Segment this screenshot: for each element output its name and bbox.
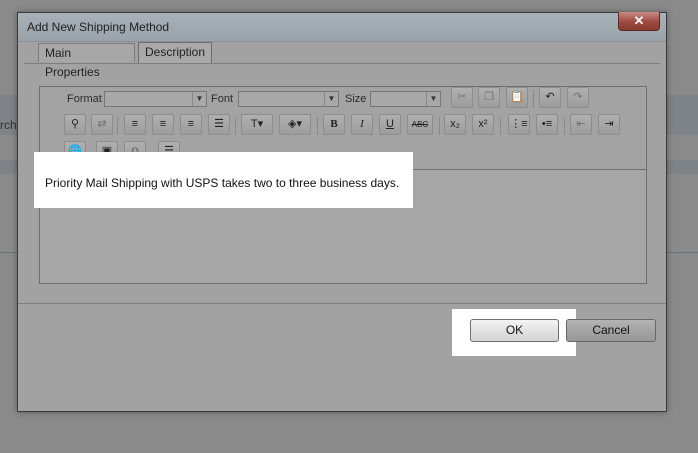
indent-button[interactable]: ⇥ xyxy=(598,114,620,135)
size-label: Size xyxy=(345,93,367,105)
font-select[interactable]: ▼ xyxy=(238,91,339,107)
align-right-icon: ≡ xyxy=(187,118,195,130)
clipboard-icon: 📋 xyxy=(510,91,524,103)
copy-button[interactable]: ❐ xyxy=(478,87,500,108)
align-right-button[interactable]: ≡ xyxy=(180,114,202,135)
align-center-button[interactable]: ≡ xyxy=(152,114,174,135)
toolbar-separator xyxy=(533,90,534,108)
copy-icon: ❐ xyxy=(484,91,494,103)
replace-button[interactable]: ⇄ xyxy=(91,114,113,135)
strikethrough-button[interactable]: ABC xyxy=(407,114,433,135)
toolbar-row-2: ⚲ ⇄ ≡ ≡ ≡ ☰ T▾ ◈▾ B I U ABC x₂ x² ⋮≡ •≡ … xyxy=(40,114,646,138)
description-text: Priority Mail Shipping with USPS takes t… xyxy=(45,176,400,190)
text-color-button[interactable]: T▾ xyxy=(241,114,273,135)
scissors-icon: ✂ xyxy=(457,91,467,103)
redo-icon: ↷ xyxy=(573,91,583,103)
chevron-down-icon: ▼ xyxy=(324,92,338,106)
find-button[interactable]: ⚲ xyxy=(64,114,86,135)
toolbar-separator xyxy=(117,117,118,135)
numbered-list-button[interactable]: ⋮≡ xyxy=(508,114,530,135)
highlighted-description-text[interactable]: Priority Mail Shipping with USPS takes t… xyxy=(34,152,413,208)
outdent-button[interactable]: ⇤ xyxy=(570,114,592,135)
tab-description[interactable]: Description xyxy=(138,42,212,63)
align-left-button[interactable]: ≡ xyxy=(124,114,146,135)
underline-button[interactable]: U xyxy=(379,114,401,135)
binoculars-icon: ⚲ xyxy=(70,118,80,130)
italic-button[interactable]: I xyxy=(351,114,373,135)
dialog-title: Add New Shipping Method xyxy=(27,20,170,34)
close-icon: ✕ xyxy=(633,13,645,28)
superscript-button[interactable]: x² xyxy=(472,114,494,135)
tab-main-properties[interactable]: Main Properties xyxy=(38,43,135,79)
toolbar-row-1: Format ▼ Font ▼ Size ▼ ✂ ❐ 📋 ↶ ↷ xyxy=(40,87,646,111)
redo-button[interactable]: ↷ xyxy=(567,87,589,108)
indent-icon: ⇥ xyxy=(604,118,614,130)
toolbar-separator xyxy=(564,117,565,135)
undo-button[interactable]: ↶ xyxy=(539,87,561,108)
undo-icon: ↶ xyxy=(545,91,555,103)
paint-bucket-icon: ◈▾ xyxy=(288,118,302,130)
replace-icon: ⇄ xyxy=(97,118,107,130)
align-center-icon: ≡ xyxy=(159,118,167,130)
outdent-icon: ⇤ xyxy=(576,118,586,130)
justify-icon: ☰ xyxy=(214,118,224,130)
bullet-list-icon: •≡ xyxy=(541,118,553,130)
cut-button[interactable]: ✂ xyxy=(451,87,473,108)
cancel-button[interactable]: Cancel xyxy=(566,319,656,342)
chevron-down-icon: ▼ xyxy=(426,92,440,106)
paste-button[interactable]: 📋 xyxy=(506,87,528,108)
dialog-footer-divider xyxy=(18,303,666,304)
bulleted-list-button[interactable]: •≡ xyxy=(536,114,558,135)
toolbar-separator xyxy=(235,117,236,135)
close-button[interactable]: ✕ xyxy=(618,12,660,31)
justify-button[interactable]: ☰ xyxy=(208,114,230,135)
size-select[interactable]: ▼ xyxy=(370,91,441,107)
ok-button[interactable]: OK xyxy=(470,319,559,342)
text-color-icon: T▾ xyxy=(250,118,264,130)
numbered-list-icon: ⋮≡ xyxy=(510,118,528,130)
chevron-down-icon: ▼ xyxy=(192,92,206,106)
subscript-button[interactable]: x₂ xyxy=(444,114,466,135)
font-label: Font xyxy=(211,93,234,105)
align-left-icon: ≡ xyxy=(131,118,139,130)
format-label: Format xyxy=(67,93,102,105)
background-color-button[interactable]: ◈▾ xyxy=(279,114,311,135)
toolbar-separator xyxy=(317,117,318,135)
format-select[interactable]: ▼ xyxy=(104,91,207,107)
background-search-text: rch xyxy=(0,118,17,132)
bold-button[interactable]: B xyxy=(323,114,345,135)
toolbar-separator xyxy=(439,117,440,135)
toolbar-separator xyxy=(500,117,501,135)
dialog-titlebar: Add New Shipping Method ✕ xyxy=(18,12,666,42)
